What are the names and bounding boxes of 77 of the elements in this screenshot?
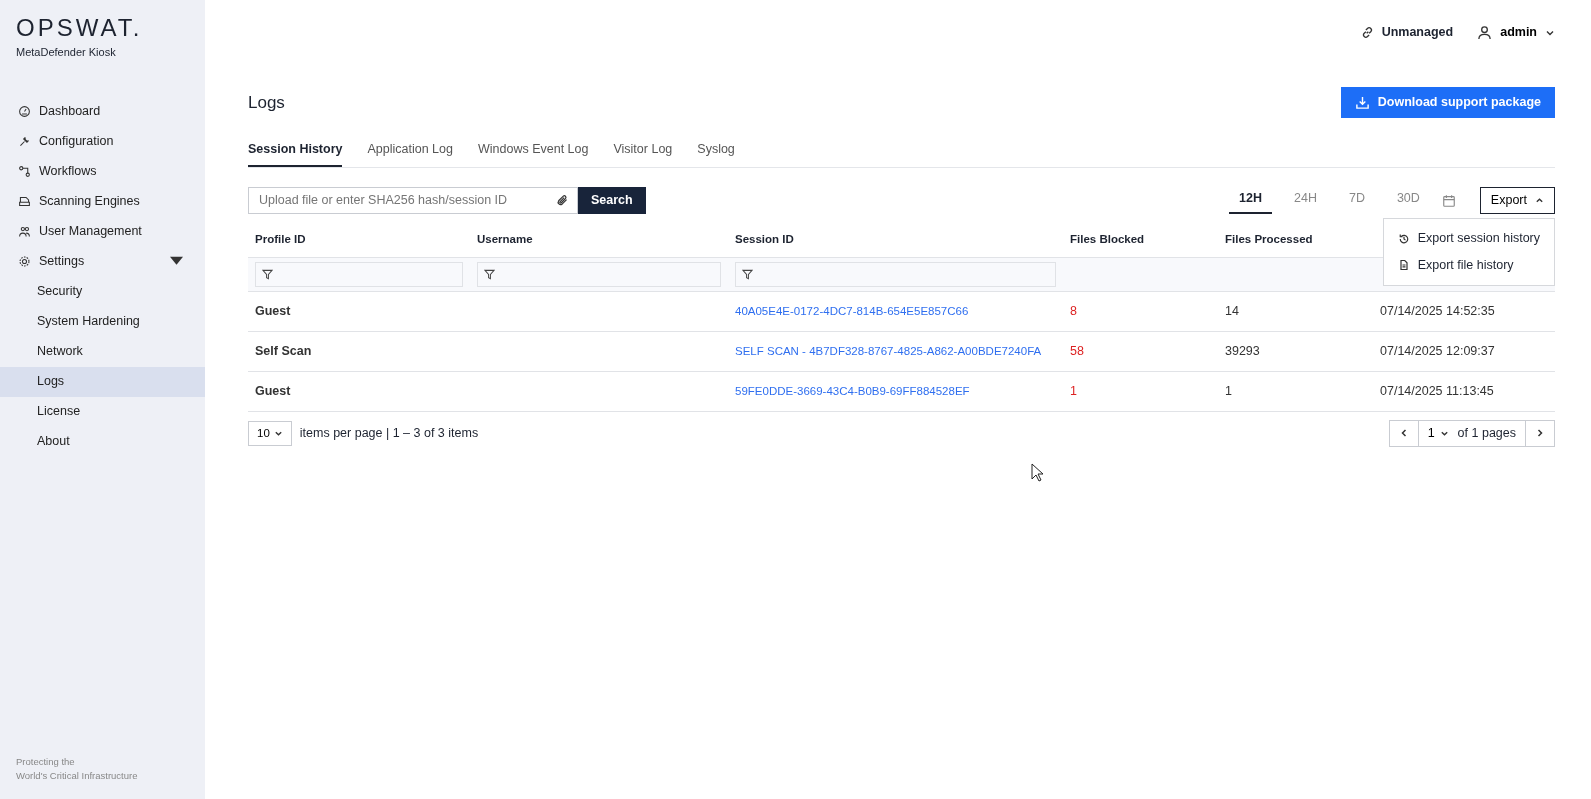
calendar-icon[interactable] — [1441, 194, 1456, 209]
pagination-summary: items per page | 1 – 3 of 3 items — [299, 424, 479, 442]
session-link[interactable]: 40A05E4E-0172-4DC7-814B-654E5E857C66 — [735, 304, 969, 317]
table-cell: Self Scan — [255, 343, 312, 358]
sidebar-item[interactable]: Logs — [0, 366, 205, 397]
export-menu-item[interactable]: Export session history — [1383, 225, 1554, 252]
tab[interactable]: Application Log — [367, 133, 453, 167]
wrench-icon — [18, 135, 31, 148]
column-header: Files Processed — [1218, 222, 1373, 258]
table-cell: Guest — [255, 303, 291, 318]
table-cell: 07/14/2025 14:52:35 — [1380, 303, 1495, 318]
table-cell: 58 — [1070, 343, 1084, 358]
paperclip-icon[interactable] — [556, 194, 569, 208]
users-icon — [18, 225, 31, 238]
session-link[interactable]: SELF SCAN - 4B7DF328-8767-4825-A862-A00BDE7240FA — [735, 344, 1042, 357]
page-title: Logs — [248, 91, 285, 114]
column-header: Session ID — [728, 222, 1063, 258]
sidebar-item[interactable]: Configuration — [0, 126, 205, 157]
tab[interactable]: Visitor Log — [613, 133, 673, 167]
gauge-icon — [18, 105, 31, 118]
tagline-text: World's Critical Infrastructure — [16, 769, 139, 783]
search-field[interactable]: Upload file or enter SHA256 hash/session ID — [248, 187, 578, 215]
user-menu[interactable]: admin — [1477, 23, 1555, 42]
sidebar-item[interactable]: Scanning Engines — [0, 186, 205, 217]
sidebar-item[interactable]: License — [0, 396, 205, 427]
export-button[interactable]: Export — [1479, 187, 1555, 215]
sidebar-item[interactable]: Workflows — [0, 156, 205, 187]
filter-icon — [742, 268, 753, 280]
flow-icon — [18, 165, 31, 178]
table-cell: 39293 — [1225, 343, 1260, 358]
mouse-pointer-icon — [1031, 463, 1045, 483]
page-size-select[interactable]: 10 — [248, 420, 292, 446]
gear-icon — [18, 255, 31, 268]
scanner-icon — [18, 195, 31, 208]
table-cell: 1 — [1225, 383, 1232, 398]
session-link[interactable]: 59FE0DDE-3669-43C4-B0B9-69FF884528EF — [735, 384, 970, 397]
sidebar-item[interactable]: About — [0, 426, 205, 457]
table-cell: 1 — [1070, 383, 1077, 398]
time-range-tab[interactable]: 30D — [1386, 183, 1430, 215]
time-range-tab[interactable]: 7D — [1338, 183, 1375, 215]
time-range-tab[interactable]: 24H — [1284, 183, 1327, 215]
sidebar-item[interactable]: User Management — [0, 216, 205, 247]
filter-field[interactable] — [735, 261, 1056, 287]
sidebar-item[interactable]: Security — [0, 276, 205, 307]
table-cell: 14 — [1225, 303, 1239, 318]
document-icon — [1397, 259, 1410, 272]
column-header: Files Blocked — [1063, 222, 1218, 258]
user-icon — [1477, 25, 1493, 40]
filter-icon — [262, 268, 273, 280]
tab[interactable]: Syslog — [697, 133, 735, 167]
download-icon — [1354, 94, 1370, 110]
chevron-right-icon — [1535, 428, 1545, 439]
product-name: MetaDefender Kiosk — [16, 45, 117, 60]
search-button[interactable]: Search — [578, 187, 646, 215]
table-cell: 8 — [1070, 303, 1077, 318]
filter-field[interactable] — [477, 261, 721, 287]
sidebar-item[interactable]: Settings — [0, 246, 205, 277]
export-menu-item[interactable]: Export file history — [1383, 252, 1554, 279]
filter-field[interactable] — [255, 261, 463, 287]
sidebar-item[interactable]: Dashboard — [0, 96, 205, 127]
chain-link-icon — [1360, 26, 1374, 39]
tab[interactable]: Session History — [248, 133, 343, 167]
download-support-button[interactable]: Download support package — [1340, 87, 1555, 118]
table-cell: 07/14/2025 12:09:37 — [1380, 343, 1495, 358]
time-range-tab[interactable]: 12H — [1229, 183, 1272, 215]
table-cell: Guest — [255, 383, 291, 398]
brand-logo: OPSWAT. — [16, 16, 144, 40]
column-header: Profile ID — [248, 222, 470, 258]
history-icon — [1397, 232, 1410, 245]
filter-icon — [484, 268, 495, 280]
status-text: Unmanaged — [1381, 24, 1454, 42]
column-header: Username — [470, 222, 728, 258]
tab[interactable]: Windows Event Log — [477, 133, 589, 167]
sidebar-item[interactable]: Network — [0, 336, 205, 367]
tagline-text: Protecting the — [16, 755, 76, 770]
sidebar-item[interactable]: System Hardening — [0, 306, 205, 337]
table-cell: 07/14/2025 11:13:45 — [1380, 383, 1494, 398]
